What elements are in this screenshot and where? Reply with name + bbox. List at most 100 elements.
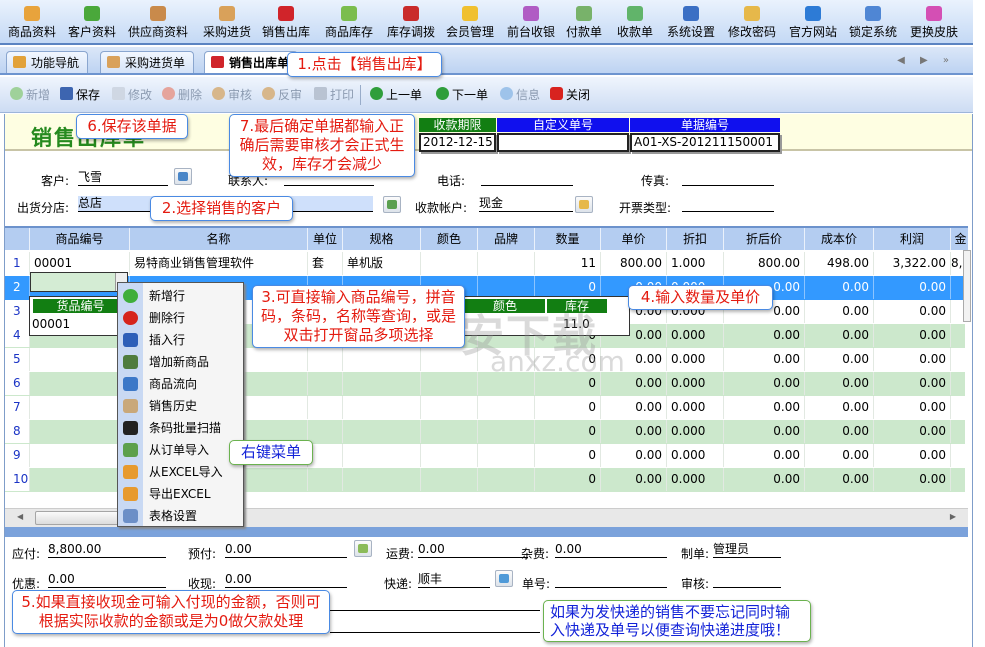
column-header[interactable]: 颜色	[421, 228, 478, 250]
column-header[interactable]: 成本价	[805, 228, 874, 250]
cell-unit[interactable]	[308, 396, 343, 419]
column-header[interactable]: 名称	[130, 228, 308, 250]
cell-profit[interactable]: 0.00	[874, 468, 951, 491]
invoice-type-field[interactable]	[682, 196, 774, 212]
cell-unit[interactable]	[308, 348, 343, 371]
cell-qty[interactable]: 0	[535, 444, 601, 467]
prepaid-field[interactable]: 0.00	[225, 542, 347, 558]
cell-color[interactable]	[421, 372, 478, 395]
audit-button[interactable]: 审核	[212, 86, 252, 103]
tab-sales-outbound[interactable]: 销售出库单	[204, 51, 299, 73]
cell-price[interactable]: 0.00	[601, 396, 667, 419]
cell-price[interactable]: 800.00	[601, 252, 667, 275]
cell-code[interactable]	[30, 396, 130, 419]
cell-cost[interactable]: 0.00	[805, 372, 874, 395]
context-menu-item[interactable]: 导出EXCEL	[118, 483, 243, 505]
scroll-right-icon[interactable]: ▶	[950, 512, 956, 521]
cell-discount[interactable]: 0.000	[667, 348, 724, 371]
cell-spec[interactable]	[343, 444, 421, 467]
cell-qty[interactable]: 0	[535, 396, 601, 419]
cell-dprice[interactable]: 0.00	[724, 396, 805, 419]
cell-cost[interactable]: 0.00	[805, 300, 874, 323]
new-button[interactable]: 新增	[10, 86, 50, 103]
fax-field[interactable]	[682, 170, 774, 186]
menu-basket-button[interactable]: 销售出库	[262, 2, 310, 42]
cell-profit[interactable]: 3,322.00	[874, 252, 951, 275]
context-menu-item[interactable]: 销售历史	[118, 395, 243, 417]
cell-dprice[interactable]: 800.00	[724, 252, 805, 275]
cell-brand[interactable]	[478, 468, 535, 491]
save-button[interactable]: 保存	[60, 86, 100, 103]
cell-unit[interactable]	[308, 420, 343, 443]
cell-qty[interactable]: 0	[535, 420, 601, 443]
custom-number-field[interactable]	[497, 133, 629, 152]
cash-field[interactable]: 0.00	[225, 572, 347, 588]
cell-discount[interactable]: 1.000	[667, 252, 724, 275]
menu-payment-button[interactable]: 付款单	[566, 2, 602, 42]
cell-unit[interactable]	[308, 468, 343, 491]
tab-purchase-order[interactable]: 采购进货单	[100, 51, 195, 73]
menu-ie-button[interactable]: 官方网站	[789, 2, 837, 42]
menu-truck-button[interactable]: 采购进货	[203, 2, 251, 42]
cell-name[interactable]: 易特商业销售管理软件	[130, 252, 308, 275]
column-header[interactable]: 单位	[308, 228, 343, 250]
cell-discount[interactable]: 0.000	[667, 396, 724, 419]
product-code-input[interactable]	[30, 272, 128, 292]
lookup-option[interactable]: 00001	[32, 317, 70, 331]
cell-brand[interactable]	[478, 252, 535, 275]
tracking-number-field[interactable]	[555, 572, 667, 588]
cell-dprice[interactable]: 0.00	[724, 348, 805, 371]
tab-scroll-arrows[interactable]: ◀ ▶ »	[897, 55, 955, 66]
cell-spec[interactable]	[343, 420, 421, 443]
context-menu-item[interactable]: 删除行	[118, 307, 243, 329]
cell-profit[interactable]: 0.00	[874, 420, 951, 443]
context-menu-item[interactable]: 条码批量扫描	[118, 417, 243, 439]
cell-discount[interactable]: 0.000	[667, 324, 724, 347]
cell-profit[interactable]: 0.00	[874, 300, 951, 323]
cell-cost[interactable]: 0.00	[805, 348, 874, 371]
cell-cost[interactable]: 0.00	[805, 468, 874, 491]
cell-qty[interactable]: 11	[535, 252, 601, 275]
cell-unit[interactable]	[308, 444, 343, 467]
cell-spec[interactable]	[343, 348, 421, 371]
cell-amount[interactable]	[951, 444, 968, 467]
menu-transfer-button[interactable]: 库存调拨	[387, 2, 435, 42]
select-customer-button[interactable]	[174, 168, 192, 185]
menu-stock-button[interactable]: 商品库存	[325, 2, 373, 42]
column-header[interactable]: 单价	[601, 228, 667, 250]
express-select-button[interactable]	[495, 570, 513, 587]
select-account-button[interactable]	[575, 196, 593, 213]
cell-spec[interactable]	[343, 396, 421, 419]
cell-amount[interactable]	[951, 372, 968, 395]
cell-dprice[interactable]: 0.00	[724, 372, 805, 395]
phone-field[interactable]	[481, 170, 573, 186]
discount-field[interactable]: 0.00	[48, 572, 166, 588]
cell-price[interactable]: 0.00	[601, 444, 667, 467]
context-menu-item[interactable]: 表格设置	[118, 505, 243, 527]
cell-discount[interactable]: 0.000	[667, 372, 724, 395]
cell-color[interactable]	[421, 420, 478, 443]
cell-dprice[interactable]: 0.00	[724, 420, 805, 443]
unaudit-button[interactable]: 反审	[262, 86, 302, 103]
cell-brand[interactable]	[478, 444, 535, 467]
edit-button[interactable]: 修改	[112, 86, 152, 103]
cell-cost[interactable]: 498.00	[805, 252, 874, 275]
cell-profit[interactable]: 0.00	[874, 348, 951, 371]
column-header[interactable]: 折后价	[724, 228, 805, 250]
cell-spec[interactable]: 单机版	[343, 252, 421, 275]
cell-code[interactable]	[30, 468, 130, 491]
context-menu-item[interactable]: 从订单导入	[118, 439, 243, 461]
menu-lock-button[interactable]: 锁定系统	[849, 2, 897, 42]
scroll-left-icon[interactable]: ◀	[17, 512, 23, 521]
prepaid-select-button[interactable]	[354, 540, 372, 557]
misc-fee-field[interactable]: 0.00	[555, 542, 667, 558]
cell-amount[interactable]	[951, 468, 968, 491]
cell-unit[interactable]: 套	[308, 252, 343, 275]
cell-amount[interactable]	[951, 396, 968, 419]
cell-code[interactable]	[30, 348, 130, 371]
menu-customer-button[interactable]: 客户资料	[68, 2, 116, 42]
column-header[interactable]: 数量	[535, 228, 601, 250]
print-button[interactable]: 打印	[314, 86, 354, 103]
cell-spec[interactable]	[343, 468, 421, 491]
cell-color[interactable]	[421, 396, 478, 419]
